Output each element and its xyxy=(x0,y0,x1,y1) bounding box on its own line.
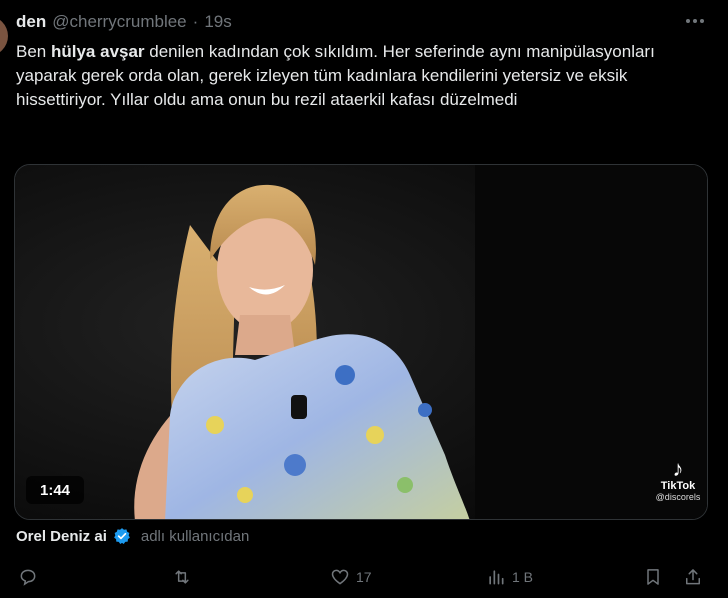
more-options-icon[interactable] xyxy=(684,16,706,26)
tweet-text-bold-name: hülya avşar xyxy=(50,42,145,61)
tiktok-logo-icon: ♪ xyxy=(672,456,684,481)
reply-icon xyxy=(20,569,36,586)
video-player[interactable] xyxy=(14,164,708,520)
tweet-text: Ben hülya avşar denilen kadından çok sık… xyxy=(16,40,696,112)
repost-icon xyxy=(175,570,189,584)
bookmark-icon xyxy=(647,569,659,585)
share-button[interactable] xyxy=(683,562,703,592)
separator-dot: · xyxy=(192,12,199,31)
views-count: 1 B xyxy=(512,569,534,585)
reply-button[interactable] xyxy=(18,562,38,592)
tiktok-brand: TikTok xyxy=(660,480,696,492)
like-button[interactable]: 17 xyxy=(330,562,372,592)
bookmark-button[interactable] xyxy=(643,562,663,592)
tweet-text-intro: Ben xyxy=(16,42,51,61)
media-credit: Orel Deniz ai adlı kullanıcıdan xyxy=(16,527,249,545)
tiktok-user: @discorels xyxy=(655,492,701,502)
video-frame xyxy=(15,165,707,519)
credit-suffix: adlı kullanıcıdan xyxy=(140,527,250,545)
action-bar: 17 1 B xyxy=(0,562,728,592)
video-duration-badge: 1:44 xyxy=(26,476,84,504)
share-icon xyxy=(686,569,700,585)
like-count: 17 xyxy=(356,569,372,585)
views-button[interactable]: 1 B xyxy=(486,562,533,592)
display-name[interactable]: den xyxy=(16,12,46,32)
repost-button[interactable] xyxy=(172,562,192,592)
views-icon xyxy=(489,570,504,585)
user-handle[interactable]: @cherrycrumblee xyxy=(52,12,186,32)
timestamp[interactable]: 19s xyxy=(204,12,231,32)
credit-name[interactable]: Orel Deniz ai xyxy=(16,528,107,545)
heart-icon xyxy=(331,569,349,585)
tiktok-watermark: ♪ TikTok @discorels xyxy=(648,456,708,503)
avatar[interactable] xyxy=(0,16,8,56)
tweet-header: den @cherrycrumblee · 19s xyxy=(16,12,232,34)
verified-badge-icon xyxy=(114,528,130,544)
